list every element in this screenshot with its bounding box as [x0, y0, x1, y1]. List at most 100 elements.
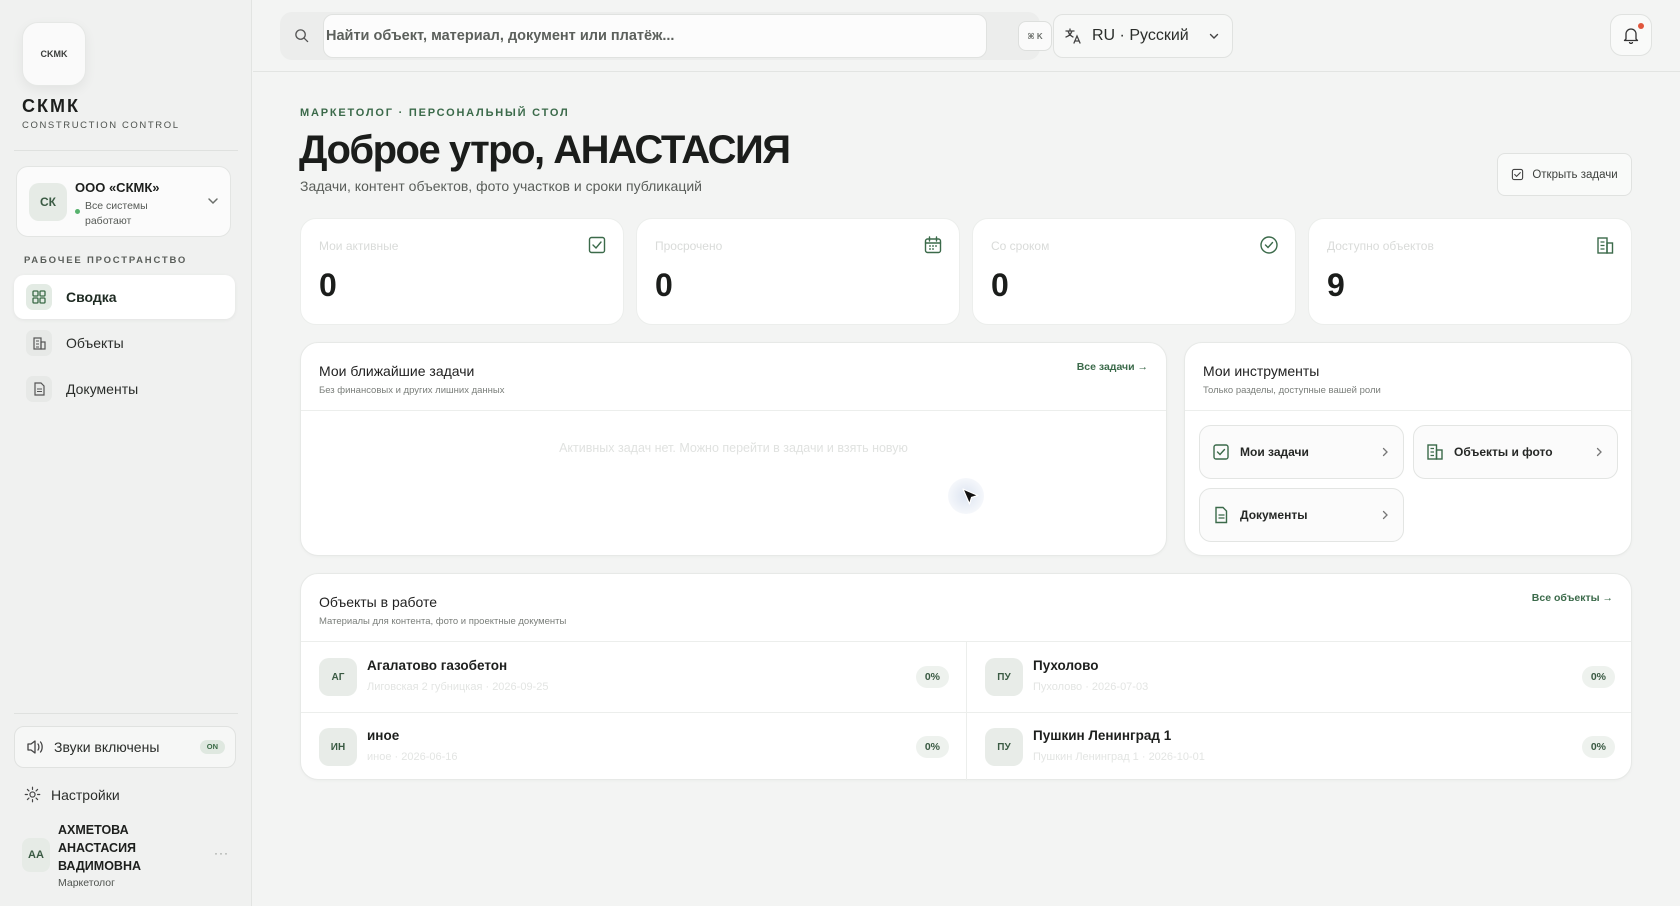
mouse-cursor-icon	[962, 488, 979, 505]
check-square-icon	[588, 236, 606, 254]
stat-label: Со сроком	[991, 239, 1050, 253]
search-bar: ⌘ K	[280, 12, 1052, 60]
divider	[14, 150, 238, 151]
stat-value: 9	[1327, 267, 1345, 303]
open-tasks-button[interactable]: Открыть задачи	[1497, 153, 1632, 196]
more-options-icon[interactable]: ···	[214, 846, 229, 860]
objects-panel: Объекты в работе Материалы для контента,…	[300, 573, 1633, 781]
role-eyebrow: МАРКЕТОЛОГ · ПЕРСОНАЛЬНЫЙ СТОЛ	[300, 107, 570, 119]
topbar: ⌘ K RU · Русский	[253, 0, 1680, 72]
sidebar-item-summary[interactable]: Сводка	[14, 275, 235, 319]
calendar-icon	[924, 236, 942, 254]
object-row[interactable]: ПУ Пухолово Пухолово · 2026-07-03 0%	[967, 642, 1633, 710]
building-icon	[1427, 444, 1443, 460]
stat-label: Просрочено	[655, 239, 723, 253]
stat-value: 0	[319, 267, 337, 303]
object-name: Пухолово	[1033, 658, 1099, 673]
object-avatar: ИН	[319, 728, 357, 766]
building-icon	[1597, 237, 1614, 254]
tool-label: Объекты и фото	[1454, 445, 1553, 459]
progress-badge: 0%	[1581, 736, 1615, 758]
notifications-button[interactable]	[1610, 14, 1652, 56]
org-name: ООО «СКМК»	[75, 180, 160, 195]
tool-label: Мои задачи	[1240, 445, 1309, 459]
document-icon	[1215, 506, 1228, 524]
object-row[interactable]: АГ Агалатово газобетон Лиговская 2 губни…	[301, 642, 967, 710]
org-avatar: СК	[29, 183, 67, 221]
sidebar-item-label: Объекты	[66, 335, 124, 351]
check-square-icon	[1512, 168, 1524, 181]
stat-card-with-deadline: Со сроком 0	[972, 218, 1296, 325]
language-selector[interactable]: RU · Русский	[1053, 14, 1233, 58]
translate-icon	[1065, 28, 1081, 44]
all-tasks-link[interactable]: Все задачи →	[1077, 361, 1148, 373]
sidebar-item-documents[interactable]: Документы	[14, 367, 235, 411]
object-name: Агалатово газобетон	[367, 658, 508, 673]
workspace-section-label: РАБОЧЕЕ ПРОСТРАНСТВО	[24, 255, 188, 266]
panel-title: Мои инструменты	[1203, 363, 1320, 379]
tool-my-tasks[interactable]: Мои задачи	[1199, 425, 1404, 479]
object-meta: Пухолово · 2026-07-03	[1033, 681, 1149, 693]
shortcut-hint: ⌘ K	[1018, 21, 1052, 51]
dashboard-icon	[26, 284, 52, 310]
panel-subtitle: Без финансовых и других лишних данных	[319, 385, 505, 396]
progress-badge: 0%	[915, 736, 949, 758]
document-icon	[26, 376, 52, 402]
sidebar-item-label: Документы	[66, 381, 139, 397]
org-switcher[interactable]: СК ООО «СКМК» Все системы работают	[16, 166, 231, 237]
open-tasks-label: Открыть задачи	[1532, 168, 1618, 181]
panel-title: Объекты в работе	[319, 594, 438, 610]
panel-subtitle: Только разделы, доступные вашей роли	[1203, 385, 1381, 396]
object-row[interactable]: ИН иное иное · 2026-06-16 0%	[301, 712, 967, 780]
avatar[interactable]: АА	[22, 838, 50, 872]
stat-label: Мои активные	[319, 239, 399, 253]
sound-label: Звуки включены	[54, 739, 160, 755]
stat-value: 0	[991, 267, 1009, 303]
object-name: иное	[367, 728, 400, 743]
chevron-down-icon	[208, 198, 218, 205]
search-input[interactable]	[323, 14, 987, 58]
object-meta: Пушкин Ленинград 1 · 2026-10-01	[1033, 751, 1205, 763]
brand-subtitle: CONSTRUCTION CONTROL	[22, 120, 180, 131]
bell-icon	[1623, 28, 1639, 44]
sidebar-item-label: Сводка	[66, 289, 117, 305]
org-status: Все системы работают	[85, 200, 148, 227]
tool-objects-photos[interactable]: Объекты и фото	[1413, 425, 1618, 479]
chevron-right-icon	[1382, 447, 1388, 457]
divider	[1185, 410, 1631, 411]
sound-toggle[interactable]: Звуки включены ON	[14, 726, 236, 768]
status-dot	[75, 209, 80, 214]
gear-icon	[24, 786, 41, 803]
stat-card-objects: Доступно объектов 9	[1308, 218, 1632, 325]
notification-dot	[1638, 23, 1644, 29]
search-icon	[295, 29, 309, 43]
chevron-right-icon	[1382, 510, 1388, 520]
language-label: RU · Русский	[1092, 27, 1189, 44]
divider	[14, 713, 238, 714]
tasks-panel: Мои ближайшие задачи Без финансовых и др…	[300, 342, 1167, 556]
sidebar-item-objects[interactable]: Объекты	[14, 321, 235, 365]
object-avatar: АГ	[319, 658, 357, 696]
object-row[interactable]: ПУ Пушкин Ленинград 1 Пушкин Ленинград 1…	[967, 712, 1633, 780]
all-objects-link[interactable]: Все объекты →	[1532, 592, 1613, 604]
page-subtitle: Задачи, контент объектов, фото участков …	[300, 178, 703, 194]
speaker-icon	[27, 740, 43, 754]
company-logo[interactable]: CKMK	[22, 22, 86, 86]
tool-documents[interactable]: Документы	[1199, 488, 1404, 542]
panel-title: Мои ближайшие задачи	[319, 363, 475, 379]
tool-label: Документы	[1240, 508, 1308, 522]
stat-value: 0	[655, 267, 673, 303]
object-avatar: ПУ	[985, 658, 1023, 696]
user-role: Маркетолог	[58, 877, 115, 889]
logo-text: CKMK	[40, 49, 68, 59]
sound-status-badge: ON	[199, 740, 225, 754]
settings-link[interactable]: Настройки	[24, 786, 120, 803]
chevron-down-icon	[1209, 33, 1219, 39]
check-square-icon	[1213, 444, 1229, 460]
brand-name: СКМК	[22, 96, 80, 116]
page-title: Доброе утро, АНАСТАСИЯ	[299, 128, 791, 172]
sidebar: CKMK СКМК CONSTRUCTION CONTROL СК ООО «С…	[0, 0, 252, 906]
check-circle-icon	[1260, 236, 1278, 254]
object-avatar: ПУ	[985, 728, 1023, 766]
object-meta: Лиговская 2 губницкая · 2026-09-25	[367, 681, 549, 693]
